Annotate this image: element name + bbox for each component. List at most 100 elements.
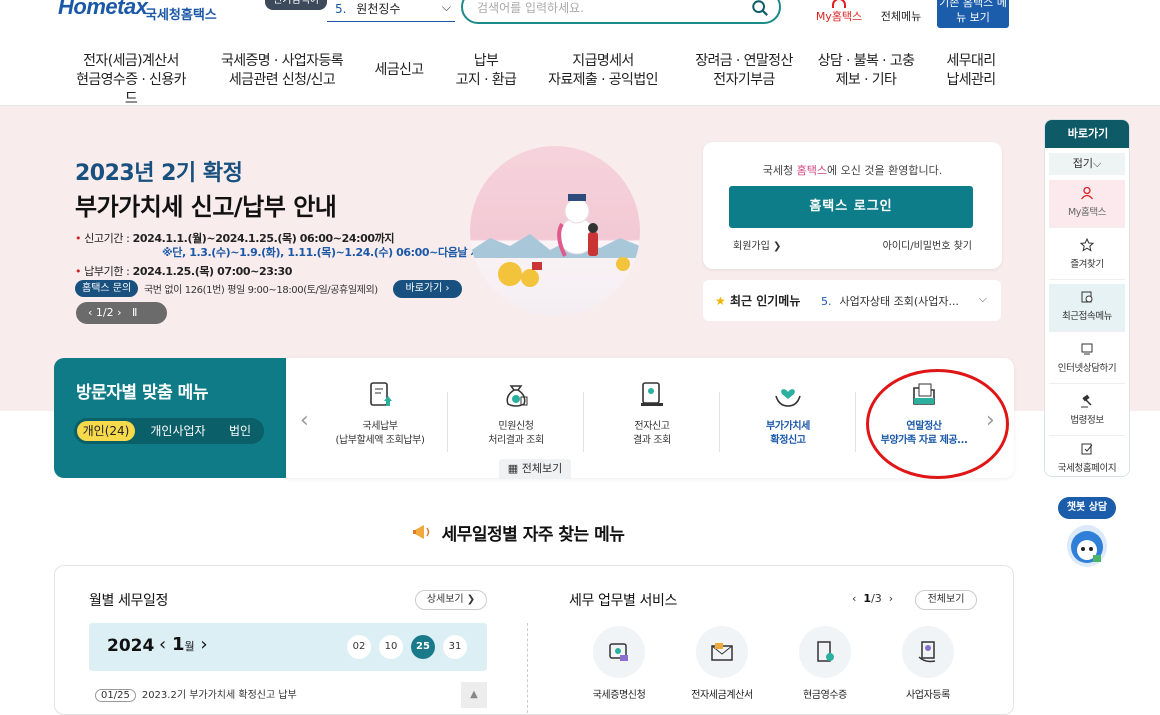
chevron-left-icon[interactable]: ‹: [300, 408, 309, 433]
old-hometax-button[interactable]: 기존 홈택스 메뉴 보기: [937, 0, 1009, 28]
hero-period-note: ※단, 1.3.(수)~1.9.(화), 1.11.(목)~1.24.(수) 0…: [162, 246, 520, 259]
visitor-menu-title: 방문자별 맞춤 메뉴: [76, 383, 208, 403]
service-business-registration[interactable]: 사업자등록: [882, 626, 974, 701]
calendar-year: 2024: [107, 636, 155, 656]
shortcut-recent-menu[interactable]: 최근접속메뉴: [1049, 284, 1125, 332]
chatbot-button[interactable]: 챗봇 상담: [1058, 497, 1116, 519]
chevron-right-icon[interactable]: ›: [200, 634, 207, 655]
gnb-item-year-end[interactable]: 장려금 · 연말정산 전자기부금: [680, 52, 808, 90]
service-certificate[interactable]: 국세증명신청: [573, 626, 665, 701]
monthly-schedule-title: 월별 세무일정: [89, 593, 168, 609]
popular-search-text: 원천징수: [356, 2, 401, 16]
calendar-bar: 2024 ‹ 1월 › 02 10 25 31: [89, 623, 487, 671]
shortcut-online-consult[interactable]: 인터넷상담하기: [1049, 336, 1125, 384]
popular-search-rank: 5.: [335, 2, 347, 16]
hometax-logo[interactable]: Hometax: [58, 0, 148, 20]
top-bar: Hometax 국세청홈택스 인기검색어 5. 원천징수 ⌵ 검색어를 입력하세…: [0, 0, 1160, 34]
welcome-text: 국세청 홈택스에 오신 것을 환영합니다.: [762, 164, 943, 177]
service-e-invoice[interactable]: 전자세금계산서: [676, 626, 768, 701]
all-menu-button[interactable]: 전체메뉴: [877, 0, 925, 24]
scroll-up-icon[interactable]: ▲: [461, 682, 487, 708]
services-title: 세무 업무별 서비스: [569, 593, 677, 609]
hero-title-1: 2023년 2기 확정: [75, 161, 243, 186]
gnb-item-certificate[interactable]: 국세증명 · 사업자등록 세금관련 신청/신고: [192, 52, 372, 90]
schedule-day[interactable]: 10: [379, 635, 403, 659]
edit-document-icon: [1081, 443, 1093, 455]
banner-pager[interactable]: ‹ 1/2 › Ⅱ: [76, 302, 167, 324]
menu-vat-final-return[interactable]: 부가가치세 확정신고: [720, 380, 856, 448]
snowman-illustration: [470, 146, 640, 316]
menu-civil-request[interactable]: 민원신청 처리결과 조회: [448, 380, 584, 448]
shortcut-sidebar: 바로가기 접기⌵ My홈택스 즐겨찾기 최근접속메뉴 인터넷상담하기 법령정보 …: [1044, 119, 1130, 477]
star-icon: [1080, 238, 1094, 252]
schedule-list-item[interactable]: 01/25 2023.2기 부가가치세 확정신고 납부: [95, 686, 297, 702]
tab-corporation[interactable]: 법인: [220, 421, 260, 441]
chevron-left-icon[interactable]: ‹: [852, 592, 856, 605]
pause-icon[interactable]: Ⅱ: [132, 306, 137, 319]
schedule-day[interactable]: 31: [443, 635, 467, 659]
gavel-icon: [1081, 394, 1092, 408]
gnb-item-payment-statement[interactable]: 지급명세서 자료제출 · 공익법인: [540, 52, 666, 90]
chevron-down-icon: ⌵: [978, 292, 987, 305]
my-hometax-label: My홈택스: [815, 10, 863, 23]
schedule-detail-button[interactable]: 상세보기 ❯: [415, 590, 487, 610]
banner-page-indicator: 1/2: [95, 306, 114, 319]
schedule-day[interactable]: 02: [347, 635, 371, 659]
find-id-password-link[interactable]: 아이디/비밀번호 찾기: [883, 237, 972, 252]
logo-subtitle: 국세청홈택스: [145, 8, 217, 23]
chevron-right-icon[interactable]: ›: [889, 592, 893, 605]
certificate-icon: [593, 626, 645, 678]
gnb-item-payment[interactable]: 납부 고지 · 환급: [446, 52, 526, 90]
faq-section-title: 세무일정별 자주 찾는 메뉴: [441, 525, 625, 545]
visitor-menu-panel: 방문자별 맞춤 메뉴 개인(24) 개인사업자 법인: [54, 358, 286, 478]
tab-individual[interactable]: 개인(24): [77, 421, 135, 441]
grid-icon: ▦: [507, 462, 519, 475]
hamburger-icon: [894, 0, 908, 6]
hometax-inquiry-badge: 홈택스 문의: [75, 280, 139, 297]
hero-deadline: • 납부기한 : 2024.1.25.(목) 07:00~23:30: [75, 265, 292, 278]
services-pager: ‹ 1/3 ›: [852, 592, 894, 605]
main-navigation: 전자(세금)계산서 현금영수증 · 신용카드 국세증명 · 사업자등록 세금관련 신…: [0, 52, 1160, 107]
signup-link[interactable]: 회원가입 ❯: [733, 237, 781, 252]
popular-menu-value: 5. 사업자상태 조회(사업자...: [821, 295, 959, 308]
popular-search-select[interactable]: 5. 원천징수 ⌵: [327, 0, 455, 22]
gnb-item-tax-report[interactable]: 세금신고: [368, 61, 430, 80]
hero-shortcut-button[interactable]: 바로가기 ›: [393, 280, 462, 298]
envelope-icon: [696, 626, 748, 678]
hands-heart-icon: [775, 389, 801, 407]
fold-button[interactable]: 접기⌵: [1049, 153, 1125, 175]
chatbot-mascot-icon[interactable]: [1067, 525, 1107, 567]
popular-search-badge: 인기검색어: [265, 0, 327, 10]
services-view-all-button[interactable]: 전체보기: [915, 590, 977, 610]
shortcut-nts-homepage[interactable]: 국세청홈페이지: [1049, 436, 1125, 476]
shortcut-law-info[interactable]: 법령정보: [1049, 388, 1125, 436]
search-input[interactable]: 검색어를 입력하세요.: [461, 0, 781, 24]
view-all-button[interactable]: ▦ 전체보기: [499, 459, 571, 479]
gnb-item-tax-agent[interactable]: 세무대리 납세관리: [934, 52, 1008, 90]
menu-tax-payment[interactable]: 국세납부 (납부할세액 조회납부): [312, 380, 448, 448]
popular-menu-select[interactable]: ★ 최근 인기메뉴 5. 사업자상태 조회(사업자... ⌵: [703, 280, 1001, 321]
gnb-item-consult[interactable]: 상담 · 불복 · 고충 제보 · 기타: [810, 52, 922, 90]
tab-individual-business[interactable]: 개인사업자: [140, 421, 216, 441]
monitor-document-icon: [641, 382, 663, 406]
highlight-annotation-circle: [866, 369, 1009, 479]
service-cash-receipt[interactable]: 현금영수증: [779, 626, 871, 701]
hometax-contact-text: 국번 없이 126(1번) 평일 9:00~18:00(토/일/공휴일제외): [144, 285, 378, 296]
gnb-item-einvoice[interactable]: 전자(세금)계산서 현금영수증 · 신용카드: [72, 52, 190, 109]
monitor-icon: [1081, 343, 1093, 355]
document-upload-icon: [370, 382, 392, 406]
chevron-down-icon: ⌵: [441, 0, 451, 14]
chevron-left-icon[interactable]: ‹: [159, 634, 166, 655]
schedule-services-card: 월별 세무일정 상세보기 ❯ 2024 ‹ 1월 › 02 10 25 31 0…: [54, 565, 1014, 715]
menu-electronic-filing[interactable]: 전자신고 결과 조회: [584, 380, 720, 448]
shortcut-favorites[interactable]: 즐겨찾기: [1049, 232, 1125, 280]
login-button[interactable]: 홈택스 로그인: [729, 186, 973, 228]
section-divider: [527, 623, 528, 713]
shortcut-my-hometax[interactable]: My홈택스: [1049, 180, 1125, 228]
my-hometax-link[interactable]: My홈택스: [813, 0, 865, 24]
user-icon: [1080, 186, 1094, 200]
schedule-day-selected[interactable]: 25: [411, 635, 435, 659]
search-placeholder: 검색어를 입력하세요.: [477, 1, 584, 15]
search-icon[interactable]: [751, 0, 769, 17]
shortcut-title: 바로가기: [1045, 120, 1129, 148]
